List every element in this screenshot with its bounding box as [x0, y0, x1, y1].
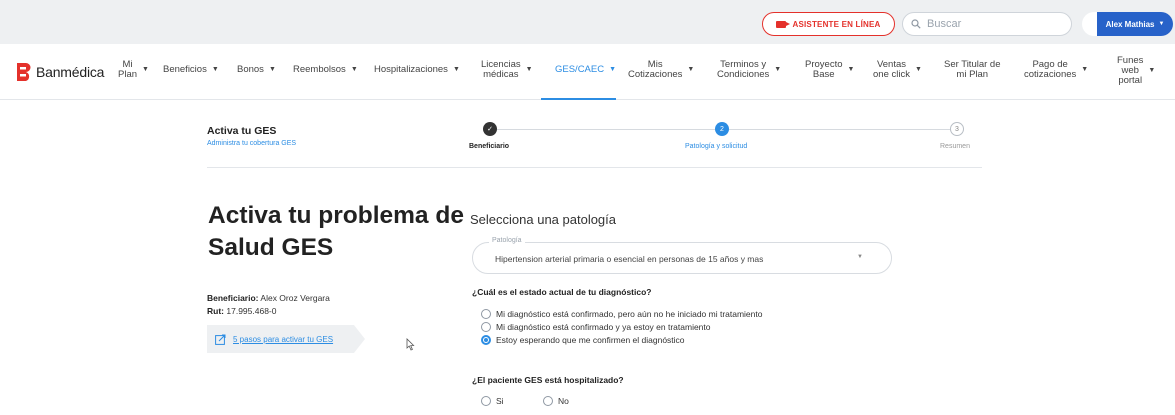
beneficiario-value: Alex Oroz Vergara — [260, 293, 330, 303]
chevron-down-icon: ▼ — [1148, 67, 1156, 74]
user-name: Alex Mathias — [1105, 19, 1155, 29]
nav-funes-web-portal[interactable]: Funes web portal ▼ — [1117, 56, 1155, 86]
step-3-circle: 3 — [950, 122, 964, 136]
external-link-icon — [215, 334, 226, 345]
rut-label: Rut: — [207, 306, 224, 316]
pathology-select-label: Patología — [489, 237, 525, 244]
chevron-down-icon: ▼ — [609, 66, 617, 73]
main-nav: Banmédica Mi Plan ▼ Beneficios ▼ Bonos ▼ Re… — [0, 44, 1175, 100]
radio-button[interactable] — [481, 322, 491, 332]
step-1-label: Beneficiario — [469, 143, 510, 150]
nav-reembolsos[interactable]: Reembolsos ▼ — [293, 65, 358, 75]
nav-terminos-condiciones[interactable]: Terminos y Condiciones ▼ — [717, 60, 781, 80]
rut-info: Rut: 17.995.468-0 — [207, 306, 276, 316]
diagnosis-option-2-label: Mi diagnóstico está confirmado y ya esto… — [496, 322, 711, 332]
step-2-circle: 2 — [715, 122, 729, 136]
section-divider — [207, 167, 982, 168]
diagnosis-option-3-label: Estoy esperando que me confirmen el diag… — [496, 335, 685, 345]
nav-ventas-one-click[interactable]: Ventas one click ▼ — [873, 60, 922, 80]
radio-button[interactable] — [481, 309, 491, 319]
pathology-select-value: Hipertension arterial primaria o esencia… — [495, 254, 764, 264]
chevron-down-icon: ▼ — [268, 66, 276, 73]
user-menu-button[interactable]: Alex Mathias ▼ — [1097, 12, 1173, 36]
video-camera-icon — [776, 20, 791, 28]
pasos-link-text: 5 pasos para activar tu GES — [233, 334, 334, 344]
main-title: Activa tu problema de Salud GES — [208, 202, 464, 261]
search-icon — [911, 19, 921, 29]
nav-ges-caec[interactable]: GES/CAEC ▼ — [555, 65, 616, 75]
chevron-down-icon: ▼ — [350, 66, 358, 73]
step-1-check-icon: ✓ — [483, 122, 497, 136]
diagnosis-question: ¿Cuál es el estado actual de tu diagnóst… — [472, 287, 652, 297]
step-3-label: Resumen — [940, 143, 970, 150]
pathology-select[interactable]: Patología Hipertension arterial primaria… — [472, 237, 892, 274]
diagnosis-option-3[interactable]: Estoy esperando que me confirmen el diag… — [481, 335, 685, 345]
banmedica-logo-icon — [17, 63, 31, 81]
chevron-down-icon: ▼ — [857, 254, 863, 260]
hospitalized-option-no[interactable]: No — [543, 396, 569, 406]
hospitalized-question: ¿El paciente GES está hospitalizado? — [472, 375, 624, 385]
radio-button-selected[interactable] — [481, 335, 491, 345]
nav-bonos[interactable]: Bonos ▼ — [237, 65, 276, 75]
chevron-down-icon: ▼ — [687, 66, 695, 73]
hospitalized-option-si-label: Si — [496, 396, 504, 406]
beneficiario-label: Beneficiario: — [207, 293, 259, 303]
select-pathology-title: Selecciona una patología — [470, 212, 617, 227]
nav-ser-titular[interactable]: Ser Titular de mi Plan — [944, 60, 1001, 80]
nav-pago-cotizaciones[interactable]: Pago de cotizaciones ▼ — [1024, 60, 1088, 80]
radio-button[interactable] — [481, 396, 491, 406]
chevron-down-icon: ▼ — [1158, 21, 1165, 27]
search-input[interactable] — [927, 18, 1057, 30]
mouse-pointer-icon — [406, 338, 415, 351]
chevron-down-icon: ▼ — [847, 66, 855, 73]
nav-mi-plan[interactable]: Mi Plan ▼ — [118, 60, 149, 80]
active-tab-indicator — [541, 98, 616, 100]
chevron-down-icon: ▼ — [525, 66, 533, 73]
nav-licencias-medicas[interactable]: Licencias médicas ▼ — [481, 60, 533, 80]
radio-button[interactable] — [543, 396, 553, 406]
diagnosis-option-1-label: Mi diagnóstico está confirmado, pero aún… — [496, 309, 763, 319]
search-box[interactable] — [902, 12, 1072, 36]
page-heading: Activa tu GES — [207, 125, 277, 137]
chevron-down-icon: ▼ — [1081, 66, 1089, 73]
asistente-en-linea-button[interactable]: ASISTENTE EN LÍNEA — [762, 12, 895, 36]
hospitalized-option-si[interactable]: Si — [481, 396, 504, 406]
top-utility-bar: ASISTENTE EN LÍNEA Alex Mathias ▼ — [0, 0, 1175, 44]
hospitalized-option-no-label: No — [558, 396, 569, 406]
brand-logo[interactable]: Banmédica — [16, 62, 104, 82]
page-subheading: Administra tu cobertura GES — [207, 140, 297, 147]
diagnosis-option-1[interactable]: Mi diagnóstico está confirmado, pero aún… — [481, 309, 762, 319]
nav-beneficios[interactable]: Beneficios ▼ — [163, 65, 219, 75]
chevron-down-icon: ▼ — [142, 66, 149, 73]
chevron-down-icon: ▼ — [452, 66, 460, 73]
beneficiario-info: Beneficiario: Alex Oroz Vergara — [207, 293, 330, 303]
chevron-down-icon: ▼ — [211, 66, 219, 73]
chevron-down-icon: ▼ — [914, 66, 922, 73]
step-2-label: Patología y solicitud — [685, 143, 748, 150]
nav-proyecto-base[interactable]: Proyecto Base ▼ — [805, 60, 854, 80]
nav-hospitalizaciones[interactable]: Hospitalizaciones ▼ — [374, 65, 460, 75]
nav-mis-cotizaciones[interactable]: Mis Cotizaciones ▼ — [628, 60, 694, 80]
rut-value: 17.995.468-0 — [226, 306, 277, 316]
diagnosis-option-2[interactable]: Mi diagnóstico está confirmado y ya esto… — [481, 322, 711, 332]
chevron-down-icon: ▼ — [774, 66, 782, 73]
pasos-guide-link[interactable]: 5 pasos para activar tu GES — [207, 325, 365, 353]
asistente-label: ASISTENTE EN LÍNEA — [792, 19, 881, 29]
brand-name: Banmédica — [36, 64, 105, 80]
